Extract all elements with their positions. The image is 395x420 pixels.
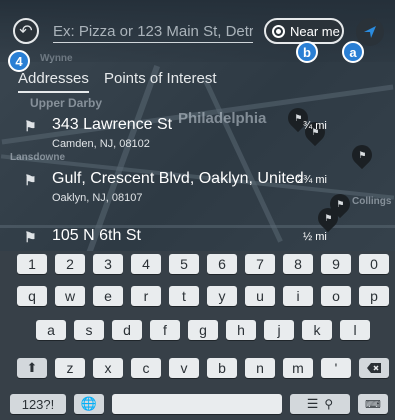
shift-key[interactable]: ⬆ [17, 358, 47, 378]
key[interactable]: j [264, 320, 294, 340]
key[interactable]: z [55, 358, 85, 378]
key[interactable]: i [283, 286, 313, 306]
app-window: Wynne Upper Darby Philadelphia Lansdowne… [0, 0, 395, 420]
result-subtitle: Oaklyn, NJ, 08107 [52, 192, 143, 204]
key[interactable]: v [169, 358, 199, 378]
location-pin-icon [272, 24, 285, 38]
search-location-icon: ⚲ [324, 397, 334, 411]
callout-badge-a: a [342, 41, 364, 63]
back-arrow-icon: ↶ [19, 23, 33, 40]
key[interactable]: f [150, 320, 180, 340]
search-tabs: Addresses Points of Interest [0, 66, 395, 96]
key[interactable]: y [207, 286, 237, 306]
key[interactable]: k [302, 320, 332, 340]
result-row[interactable]: ⚑ 343 Lawrence St Camden, NJ, 08102 ¾ mi [0, 116, 395, 166]
key[interactable]: 7 [245, 254, 275, 274]
key[interactable]: w [55, 286, 85, 306]
key[interactable]: ' [321, 358, 351, 378]
address-flag-icon: ⚑ [24, 229, 37, 245]
key[interactable]: t [169, 286, 199, 306]
tab-addresses[interactable]: Addresses [18, 70, 89, 93]
globe-icon: 🌐 [80, 396, 98, 411]
tab-points-of-interest[interactable]: Points of Interest [104, 70, 217, 91]
on-screen-keyboard: 1 2 3 4 5 6 7 8 9 0 q w e r t y u i o p … [0, 251, 395, 420]
key[interactable]: s [74, 320, 104, 340]
key[interactable]: g [188, 320, 218, 340]
key[interactable]: 8 [283, 254, 313, 274]
key[interactable]: 2 [55, 254, 85, 274]
keyboard-hide-icon: ⌨ [365, 398, 381, 411]
result-distance: ¾ mi [303, 120, 327, 132]
key[interactable]: u [245, 286, 275, 306]
map-label: Upper Darby [30, 96, 103, 110]
key[interactable]: x [93, 358, 123, 378]
key[interactable]: 9 [321, 254, 351, 274]
key[interactable]: 1 [17, 254, 47, 274]
key[interactable]: o [321, 286, 351, 306]
symbols-key[interactable]: 123?! [10, 394, 66, 414]
search-bar: ↶ Near me [0, 0, 395, 62]
result-row[interactable]: ⚑ Gulf, Crescent Blvd, Oaklyn, United Oa… [0, 170, 395, 220]
key[interactable]: n [245, 358, 275, 378]
result-title: 105 N 6th St [52, 227, 141, 244]
search-input[interactable] [53, 20, 253, 43]
key[interactable]: q [17, 286, 47, 306]
key[interactable]: c [131, 358, 161, 378]
key[interactable]: h [226, 320, 256, 340]
result-distance: 2¾ mi [297, 174, 327, 186]
key[interactable]: b [207, 358, 237, 378]
backspace-icon [367, 363, 381, 373]
key[interactable]: d [112, 320, 142, 340]
key[interactable]: l [340, 320, 370, 340]
key[interactable]: 3 [93, 254, 123, 274]
address-flag-icon: ⚑ [24, 172, 37, 188]
navigation-arrow-icon [364, 26, 376, 38]
key[interactable]: r [131, 286, 161, 306]
callout-badge-b: b [296, 41, 318, 63]
key[interactable]: 6 [207, 254, 237, 274]
result-distance: ½ mi [303, 231, 327, 243]
key[interactable]: p [359, 286, 389, 306]
language-key[interactable]: 🌐 [74, 394, 104, 414]
back-button[interactable]: ↶ [13, 18, 39, 44]
backspace-key[interactable] [359, 358, 389, 378]
result-title: 343 Lawrence St [52, 116, 173, 133]
key[interactable]: 5 [169, 254, 199, 274]
key[interactable]: 0 [359, 254, 389, 274]
address-flag-icon: ⚑ [24, 118, 37, 134]
shift-icon: ⬆ [26, 360, 38, 375]
result-subtitle: Camden, NJ, 08102 [52, 138, 150, 150]
key[interactable]: m [283, 358, 313, 378]
space-key[interactable] [112, 394, 282, 414]
keyboard-hide-key[interactable]: ⌨ [358, 394, 388, 414]
key[interactable]: e [93, 286, 123, 306]
menu-key[interactable]: ☰ ⚲ [290, 394, 350, 414]
near-me-label: Near me [290, 23, 340, 39]
key[interactable]: a [36, 320, 66, 340]
key[interactable]: 4 [131, 254, 161, 274]
menu-icon: ☰ [306, 396, 319, 411]
result-title: Gulf, Crescent Blvd, Oaklyn, United [52, 170, 304, 187]
navigate-button[interactable] [356, 18, 384, 46]
near-me-button[interactable]: Near me [264, 18, 344, 44]
